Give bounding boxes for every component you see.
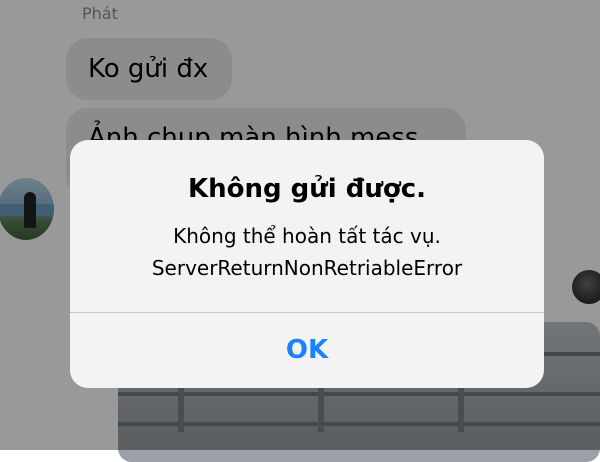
alert-title: Không gửi được. — [187, 174, 427, 204]
alert-message: Không thể hoàn tất tác vụ. ServerReturnN… — [70, 220, 544, 284]
alert-message-line: Không thể hoàn tất tác vụ. — [173, 224, 441, 248]
alert-error-code: ServerReturnNonRetriableError — [151, 256, 463, 280]
error-alert-dialog: Không gửi được. Không thể hoàn tất tác v… — [70, 140, 544, 388]
ok-button[interactable]: OK — [70, 313, 544, 388]
